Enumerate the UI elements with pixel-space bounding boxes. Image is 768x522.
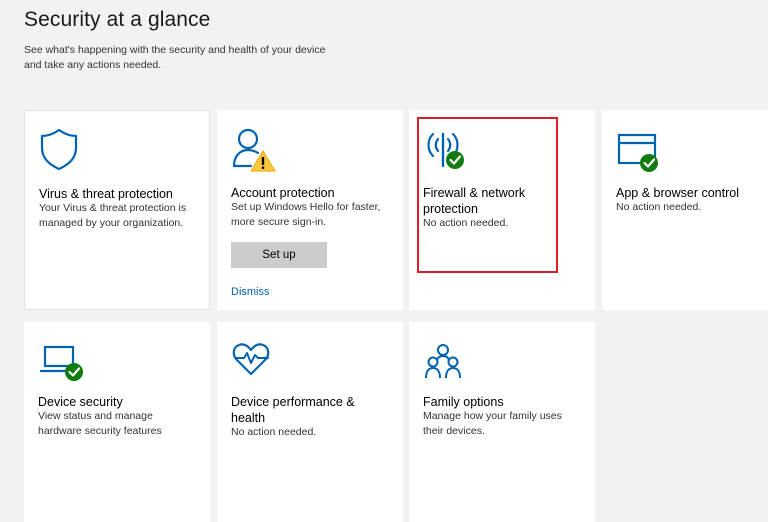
tile-device-security[interactable]: Device security View status and manage h… — [24, 322, 210, 522]
tile-app-browser-control[interactable]: App & browser control No action needed. — [602, 110, 768, 310]
tile-family-options[interactable]: Family options Manage how your family us… — [409, 322, 595, 522]
tile-description: No action needed. — [423, 217, 509, 229]
page-title: Security at a glance — [24, 8, 211, 31]
page-subtitle: See what's happening with the security a… — [24, 44, 326, 71]
shield-icon — [39, 127, 91, 175]
app-browser-icon — [616, 126, 668, 174]
laptop-icon — [38, 338, 90, 386]
tile-device-performance-health[interactable]: Device performance & health No action ne… — [217, 322, 403, 522]
tile-description: Your Virus & threat protection is manage… — [39, 202, 187, 229]
tile-title: Virus & threat protection — [39, 187, 173, 201]
heart-pulse-icon — [231, 338, 283, 386]
tile-title: Account protection — [231, 186, 335, 200]
tile-description: View status and manage hardware security… — [38, 410, 162, 437]
tile-description: Set up Windows Hello for faster, more se… — [231, 201, 381, 228]
tile-title: Family options — [423, 395, 504, 409]
tile-title: App & browser control — [616, 186, 739, 200]
tile-description: Manage how your family uses their device… — [423, 410, 562, 437]
dismiss-link[interactable]: Dismiss — [231, 286, 270, 298]
tile-virus-threat-protection[interactable]: Virus & threat protection Your Virus & t… — [24, 110, 210, 310]
account-warning-icon — [231, 126, 283, 174]
firewall-antenna-icon — [423, 126, 475, 174]
set-up-button[interactable]: Set up — [231, 242, 327, 268]
tile-firewall-network-protection[interactable]: Firewall & network protection No action … — [409, 110, 595, 310]
family-icon — [423, 338, 475, 386]
tile-account-protection[interactable]: Account protection Set up Windows Hello … — [217, 110, 403, 310]
tile-description: No action needed. — [231, 426, 317, 438]
tile-description: No action needed. — [616, 201, 702, 213]
tile-title: Device performance & health — [231, 395, 355, 425]
tile-title: Device security — [38, 395, 123, 409]
tile-title: Firewall & network protection — [423, 186, 526, 216]
